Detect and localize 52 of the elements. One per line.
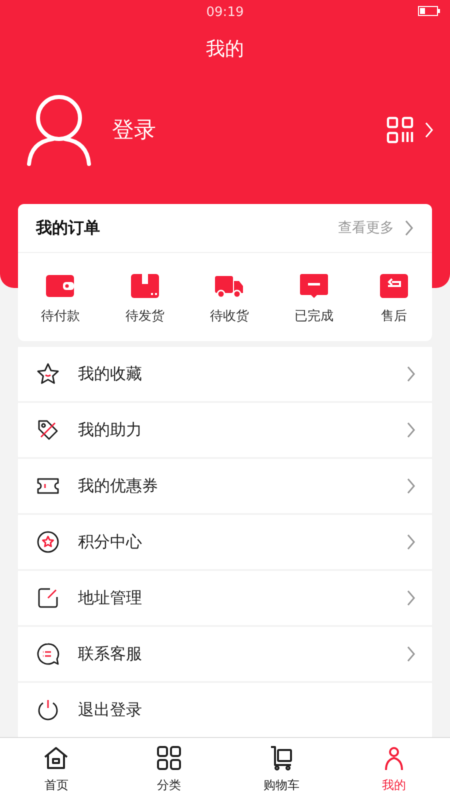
menu-item[interactable]: 退出登录 [18,683,432,739]
order-status-button[interactable]: 待收货 [210,273,249,325]
chevron-right-icon [424,121,434,139]
chevron-right-icon [406,645,416,663]
points-icon [36,530,60,554]
order-status-button[interactable]: 售后 [379,273,410,325]
truck-icon [214,273,244,299]
menu-item[interactable]: 积分中心 [18,515,432,571]
chevron-right-icon [406,421,416,439]
chat-icon [36,642,60,666]
menu-label: 积分中心 [78,532,143,552]
page-title: 我的 [205,37,245,62]
menu-label: 我的优惠券 [78,476,159,496]
status-time: 09:19 [206,4,244,20]
power-icon [36,698,60,722]
chevron-right-icon [404,219,414,237]
nav-tab[interactable]: 分类 [112,738,225,800]
battery-icon [418,6,440,16]
chevron-right-icon [406,365,416,383]
menu-label: 我的收藏 [78,364,143,384]
menu-item[interactable]: 联系客服 [18,627,432,683]
nav-tab[interactable]: 购物车 [225,738,338,800]
menu-item[interactable]: 我的收藏 [18,347,432,403]
menu-label: 我的助力 [78,420,143,440]
chevron-right-icon [406,477,416,495]
menu-label: 地址管理 [78,588,143,608]
wallet-icon [45,273,76,299]
order-status-button[interactable]: 待付款 [40,273,80,325]
nav-tab[interactable]: 我的 [338,738,450,800]
user-avatar-icon [26,94,92,166]
cart-icon [268,744,294,770]
edit-icon [36,586,60,610]
menu-item[interactable]: 我的优惠券 [18,459,432,515]
chevron-right-icon [406,589,416,607]
login-link[interactable]: 登录 [112,115,386,145]
orders-title: 我的订单 [36,218,101,238]
menu-label: 联系客服 [78,644,143,664]
order-status-button[interactable]: 待发货 [125,273,164,325]
star-icon [36,362,60,386]
return-icon [379,273,410,299]
order-status-button[interactable]: 已完成 [294,273,334,325]
tag-icon [36,418,60,442]
message-icon [299,273,330,299]
qr-code-icon[interactable] [386,116,414,144]
chevron-right-icon [406,533,416,551]
menu-item[interactable]: 地址管理 [18,571,432,627]
menu-item[interactable]: 我的助力 [18,403,432,459]
box-icon [130,273,160,299]
home-icon [43,744,70,770]
menu-label: 退出登录 [78,700,143,720]
grid-icon [156,744,182,770]
nav-tab[interactable]: 首页 [0,738,112,800]
